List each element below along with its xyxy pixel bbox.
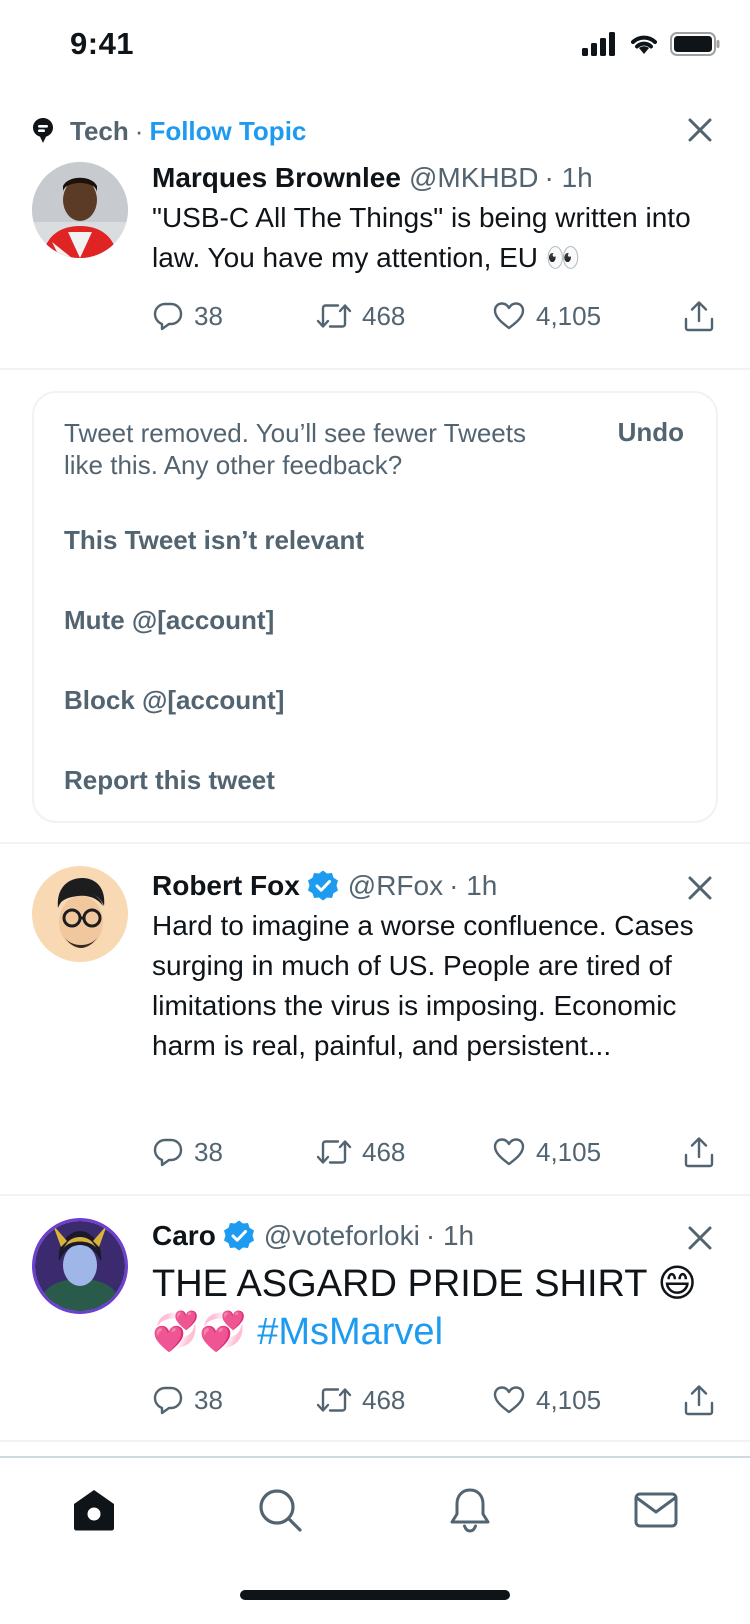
reply-icon <box>153 302 183 331</box>
author-name[interactable]: Robert Fox <box>152 870 300 902</box>
reply-icon <box>153 1138 183 1167</box>
tweet-time: · 1h <box>544 162 593 193</box>
retweet-count: 468 <box>362 1136 406 1167</box>
mail-icon <box>634 1492 678 1528</box>
topic-separator: · <box>134 115 144 146</box>
retweet-icon <box>316 304 352 328</box>
dismiss-topic-button[interactable] <box>682 112 718 148</box>
topic-pin-icon <box>32 117 54 145</box>
reply-button[interactable]: 38 <box>152 296 223 336</box>
tweet-text: "USB-C All The Things" is being written … <box>152 202 691 273</box>
retweet-icon <box>316 1388 352 1412</box>
retweet-button[interactable]: 468 <box>316 1380 405 1420</box>
tweet-text-emoji: 💞💞 <box>152 1311 247 1353</box>
follow-topic-link[interactable]: Follow Topic <box>149 116 306 147</box>
feedback-not-relevant[interactable]: This Tweet isn’t relevant <box>64 525 364 556</box>
tweet-text-main: THE ASGARD PRIDE SHIRT 😄 <box>152 1263 697 1305</box>
share-button[interactable] <box>682 296 716 336</box>
tweet-text: THE ASGARD PRIDE SHIRT 😄 💞💞 #MsMarvel <box>152 1260 710 1356</box>
verified-badge-icon <box>222 1219 256 1253</box>
author-handle[interactable]: @MKHBD <box>409 162 539 194</box>
tweet[interactable]: Caro @voteforloki · 1h THE ASGARD PRIDE … <box>0 1218 750 1438</box>
verified-badge-icon <box>306 869 340 903</box>
reply-button[interactable]: 38 <box>152 1380 223 1420</box>
author-handle[interactable]: @voteforloki <box>264 1220 420 1252</box>
avatar[interactable] <box>32 162 128 258</box>
tweet-removed-card: Tweet removed. You’ll see fewer Tweets l… <box>32 391 718 823</box>
like-button[interactable]: 4,105 <box>492 296 601 336</box>
status-icons <box>582 32 720 56</box>
retweet-icon <box>316 1140 352 1164</box>
close-icon <box>688 118 712 142</box>
retweet-button[interactable]: 468 <box>316 296 405 336</box>
like-count: 4,105 <box>536 300 602 331</box>
reply-icon <box>153 1386 183 1415</box>
undo-button[interactable]: Undo <box>618 417 684 448</box>
home-indicator <box>240 1590 510 1600</box>
like-count: 4,105 <box>536 1136 602 1167</box>
divider <box>0 1440 750 1442</box>
retweet-count: 468 <box>362 300 406 331</box>
heart-icon <box>493 302 525 330</box>
divider <box>0 842 750 844</box>
nav-messages[interactable] <box>632 1486 680 1534</box>
like-button[interactable]: 4,105 <box>492 1132 601 1172</box>
feedback-mute-account[interactable]: Mute @[account] <box>64 605 274 636</box>
tweet-time: · 1h <box>425 1220 475 1251</box>
tweet[interactable]: Marques Brownlee @MKHBD · 1h "USB-C All … <box>0 160 750 370</box>
like-count: 4,105 <box>536 1384 602 1415</box>
author-handle[interactable]: @RFox <box>348 870 443 902</box>
author-name[interactable]: Marques Brownlee <box>152 162 401 194</box>
like-button[interactable]: 4,105 <box>492 1380 601 1420</box>
topic-row: Tech · Follow Topic <box>32 114 306 148</box>
removed-message: Tweet removed. You’ll see fewer Tweets l… <box>64 418 526 480</box>
divider <box>0 1194 750 1196</box>
avatar[interactable] <box>32 1218 128 1314</box>
avatar[interactable] <box>32 866 128 962</box>
search-icon <box>259 1489 302 1532</box>
tweet-time: · 1h <box>449 870 498 901</box>
close-icon <box>688 876 712 900</box>
topic-name: Tech <box>70 115 129 146</box>
wifi-icon <box>628 32 660 56</box>
reply-button[interactable]: 38 <box>152 1132 223 1172</box>
close-icon <box>688 1226 712 1250</box>
reply-count: 38 <box>194 300 223 331</box>
nav-home[interactable] <box>70 1486 118 1534</box>
author-name[interactable]: Caro <box>152 1220 216 1252</box>
heart-icon <box>493 1386 525 1414</box>
feedback-report-tweet[interactable]: Report this tweet <box>64 765 275 796</box>
tweet-text: Hard to imagine a worse confluence. Case… <box>152 910 694 1061</box>
reply-count: 38 <box>194 1136 223 1167</box>
retweet-count: 468 <box>362 1384 406 1415</box>
home-icon <box>74 1490 114 1531</box>
divider <box>0 368 750 370</box>
feedback-block-account[interactable]: Block @[account] <box>64 685 284 716</box>
retweet-button[interactable]: 468 <box>316 1132 405 1172</box>
cellular-signal-icon <box>582 32 618 56</box>
heart-icon <box>493 1138 525 1166</box>
share-icon <box>684 1137 714 1168</box>
tweet[interactable]: Robert Fox @RFox · 1h Hard to imagine a … <box>0 866 750 1186</box>
dismiss-tweet-button[interactable] <box>682 1220 718 1256</box>
share-icon <box>684 301 714 332</box>
share-button[interactable] <box>682 1132 716 1172</box>
share-icon <box>684 1385 714 1416</box>
bell-icon <box>450 1488 490 1533</box>
battery-icon <box>670 32 720 56</box>
tweet-actions: 38 468 4,105 <box>152 296 722 336</box>
status-bar: 9:41 <box>0 0 750 92</box>
status-time: 9:41 <box>70 26 135 61</box>
dismiss-tweet-button[interactable] <box>682 870 718 906</box>
tweet-actions: 38 468 4,105 <box>152 1380 722 1420</box>
nav-search[interactable] <box>256 1486 304 1534</box>
share-button[interactable] <box>682 1380 716 1420</box>
nav-notifications[interactable] <box>446 1486 494 1534</box>
hashtag-link[interactable]: #MsMarvel <box>257 1311 443 1353</box>
tweet-actions: 38 468 4,105 <box>152 1132 722 1172</box>
reply-count: 38 <box>194 1384 223 1415</box>
